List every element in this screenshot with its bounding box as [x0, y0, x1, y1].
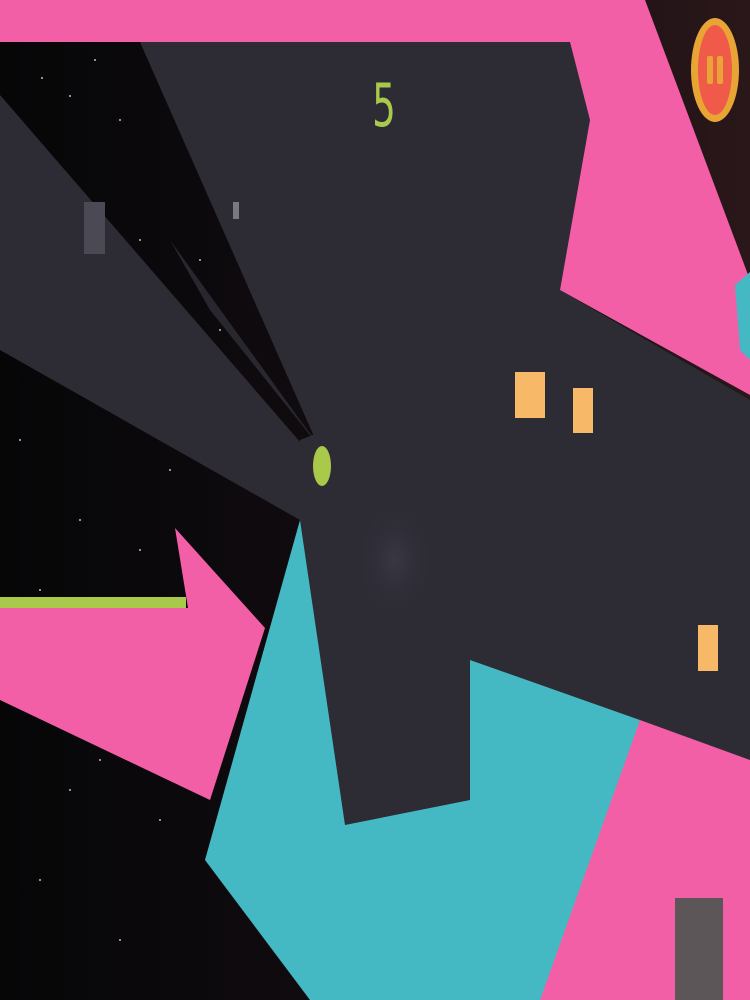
- game-stage[interactable]: [0, 0, 750, 1000]
- score-counter: 5: [372, 71, 396, 141]
- ball-glow: [355, 500, 435, 620]
- pause-icon: [698, 25, 732, 115]
- grey-block-large: [675, 898, 723, 1000]
- orange-gem: [573, 388, 593, 433]
- pause-bar: [707, 56, 713, 84]
- grey-block: [84, 202, 105, 254]
- orange-gem: [698, 625, 718, 671]
- pause-bar: [717, 56, 723, 84]
- pause-button[interactable]: [691, 18, 739, 122]
- grey-block-small: [233, 202, 239, 219]
- orange-gem: [515, 372, 545, 418]
- green-ledge: [0, 597, 186, 608]
- player-ball[interactable]: [313, 446, 331, 486]
